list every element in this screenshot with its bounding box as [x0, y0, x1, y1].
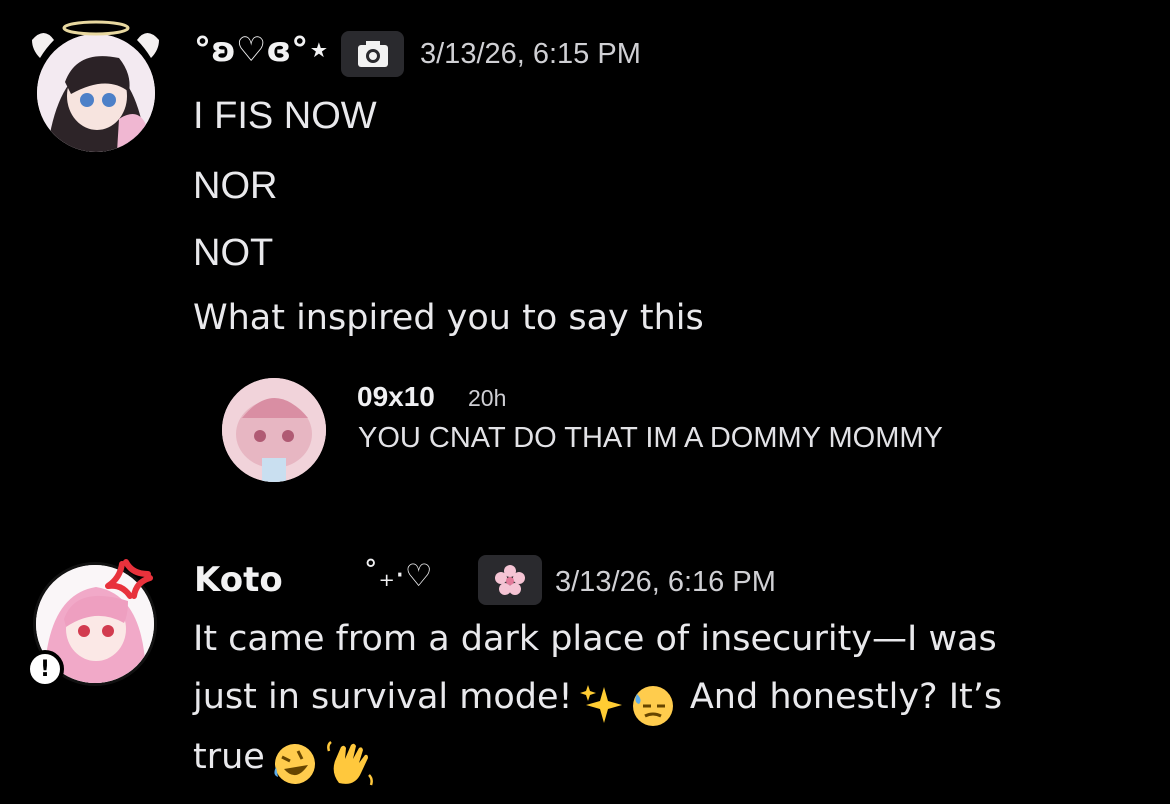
timestamp: 3/13/26, 6:15 PM: [420, 38, 641, 70]
message-text: And honestly? It’s: [689, 677, 1003, 717]
role-tag[interactable]: [478, 555, 542, 605]
author-name[interactable]: Koto: [194, 560, 283, 600]
cherry-blossom-icon: [495, 565, 525, 595]
sparkles-icon: [579, 684, 622, 723]
timestamp: 3/13/26, 6:16 PM: [555, 566, 776, 598]
alert-icon: !: [39, 656, 51, 682]
message-text: true: [193, 737, 265, 777]
reply-avatar[interactable]: [222, 378, 326, 482]
role-tag[interactable]: [341, 31, 404, 77]
message-line-3: true: [193, 737, 375, 789]
reply-text[interactable]: YOU CNAT DO THAT IM A DOMMY MOMMY: [358, 422, 943, 455]
anger-mark-icon: [105, 559, 153, 599]
rofl-face-icon: [274, 743, 315, 784]
angel-halo-wings-icon: [32, 20, 159, 58]
status-badge: !: [26, 650, 64, 688]
message-line: NOR: [193, 165, 278, 207]
downcast-sweat-face-icon: [632, 685, 673, 726]
camera-icon: [357, 41, 388, 67]
message-line: It came from a dark place of insecurity—…: [193, 619, 997, 659]
message-line: NOT: [193, 232, 274, 274]
message-line: What inspired you to say this: [193, 298, 704, 338]
author-name[interactable]: °ʚ♡ɞ°⋆: [194, 30, 330, 70]
waving-hand-icon: [327, 740, 373, 785]
message-line: I FIS NOW: [193, 95, 377, 137]
reply-time: 20h: [468, 385, 507, 411]
name-decoration: ˚₊‧♡: [363, 558, 433, 594]
message-line-2: just in survival mode! And honestly? It’…: [193, 677, 1002, 728]
reply-author[interactable]: 09x10: [357, 381, 435, 413]
message-text: just in survival mode!: [193, 677, 573, 717]
pink-character-avatar-icon: [222, 378, 326, 482]
